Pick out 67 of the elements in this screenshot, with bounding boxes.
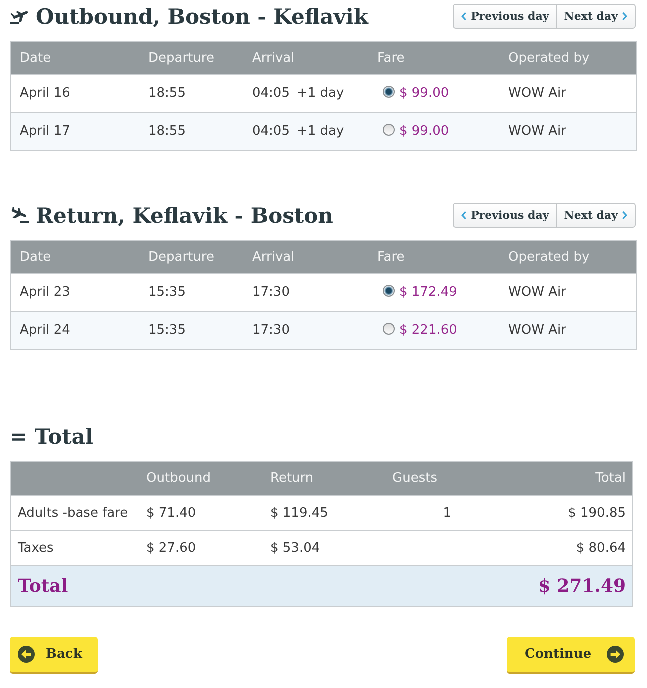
arrival-time: 17:30 <box>252 285 290 300</box>
radio-button[interactable] <box>382 86 394 98</box>
fare-price: $ 221.60 <box>400 323 458 338</box>
column-header: Guests <box>376 462 458 496</box>
section-title: Return, Keflavik - Boston <box>36 203 334 228</box>
fare-price: $ 99.00 <box>400 124 450 139</box>
table-cell: WOW Air <box>500 74 636 112</box>
column-header: Operated by <box>500 42 636 74</box>
table-cell: $ 119.45 <box>264 496 376 530</box>
airplane-landing-icon <box>10 207 30 224</box>
table-cell: WOW Air <box>500 112 636 150</box>
table-cell: $ 80.64 <box>458 530 632 566</box>
column-header: Date <box>10 240 140 274</box>
table-cell: Taxes <box>10 530 140 566</box>
day-offset: +1 day <box>296 124 344 139</box>
fare-price: $ 99.00 <box>400 86 450 101</box>
table-cell: $ 190.85 <box>458 496 632 530</box>
radio-button[interactable] <box>382 323 394 335</box>
table-cell: WOW Air <box>500 274 636 312</box>
section-title: = Total <box>10 424 94 449</box>
next-day-button[interactable]: Next day <box>556 4 636 29</box>
table-cell: 18:55 <box>140 112 244 150</box>
table-cell: WOW Air <box>500 312 636 350</box>
table-cell: April 16 <box>10 74 140 112</box>
column-header: Outbound <box>140 462 264 496</box>
column-header: Total <box>458 462 632 496</box>
arrival-time: 04:05 <box>252 86 290 101</box>
arrival-time: 17:30 <box>252 323 290 338</box>
table-cell: April 17 <box>10 112 140 150</box>
column-header: Date <box>10 42 140 74</box>
total-amount: $ 271.49 <box>538 576 626 596</box>
chevron-left-icon <box>461 12 468 21</box>
column-header: Departure <box>140 42 244 74</box>
column-header: Operated by <box>500 240 636 274</box>
chevron-right-icon <box>622 12 628 21</box>
column-header: Arrival <box>244 240 368 274</box>
table-cell: April 23 <box>10 274 140 312</box>
next-day-button[interactable]: Next day <box>556 203 636 228</box>
column-header: Fare <box>368 240 500 274</box>
arrival-time: 04:05 <box>252 124 290 139</box>
table-cell: April 24 <box>10 312 140 350</box>
table-cell: 15:35 <box>140 274 244 312</box>
previous-day-button[interactable]: Previous day <box>453 4 558 29</box>
table-cell: 1 <box>376 496 458 530</box>
column-header: Arrival <box>244 42 368 74</box>
section-title: Outbound, Boston - Keflavik <box>36 4 368 29</box>
arrow-left-icon <box>18 646 35 663</box>
column-header: Return <box>264 462 376 496</box>
table-cell: $ 27.60 <box>140 530 264 566</box>
column-header: Departure <box>140 240 244 274</box>
previous-day-button[interactable]: Previous day <box>453 203 558 228</box>
day-offset: +1 day <box>296 86 344 101</box>
radio-button[interactable] <box>382 285 394 297</box>
table-cell: $ 53.04 <box>264 530 376 566</box>
table-cell: $ 71.40 <box>140 496 264 530</box>
radio-button[interactable] <box>382 124 394 136</box>
back-button[interactable]: Back <box>10 637 98 674</box>
table-cell: 15:35 <box>140 312 244 350</box>
arrow-right-icon <box>606 646 624 663</box>
table-cell: Adults -base fare <box>10 496 140 530</box>
fare-price: $ 172.49 <box>400 285 458 300</box>
chevron-left-icon <box>461 211 468 220</box>
column-header: Fare <box>368 42 500 74</box>
continue-button[interactable]: Continue <box>507 637 635 674</box>
total-label: Total <box>18 576 68 596</box>
chevron-right-icon <box>622 211 628 220</box>
table-cell: 18:55 <box>140 74 244 112</box>
